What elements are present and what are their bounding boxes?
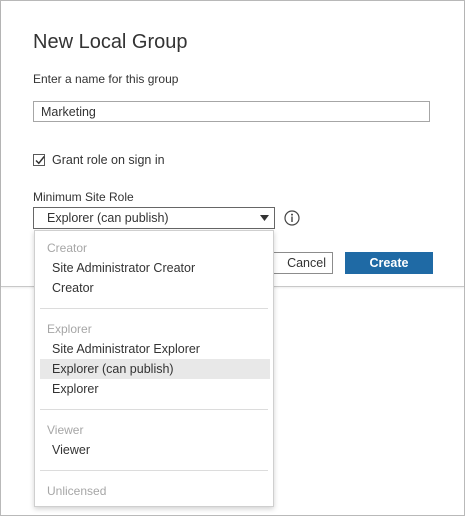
info-icon[interactable] [284, 210, 300, 226]
option-creator[interactable]: Creator [40, 278, 270, 298]
dropdown-divider [40, 470, 268, 471]
option-explorer[interactable]: Explorer [40, 379, 270, 399]
minimum-site-role-label: Minimum Site Role [33, 190, 134, 204]
group-header-unlicensed: Unlicensed [47, 484, 107, 498]
create-button[interactable]: Create [345, 252, 433, 274]
group-name-input[interactable] [33, 101, 430, 122]
dialog-title: New Local Group [33, 31, 188, 53]
group-header-creator: Creator [47, 241, 88, 255]
chevron-down-icon [260, 215, 269, 221]
site-role-dropdown[interactable]: Creator Site Administrator Creator Creat… [34, 230, 274, 507]
grant-role-label: Grant role on sign in [52, 153, 165, 167]
site-role-select[interactable]: Explorer (can publish) [33, 207, 275, 229]
group-header-explorer: Explorer [47, 322, 92, 336]
selected-role-value: Explorer (can publish) [47, 211, 169, 225]
option-site-administrator-explorer[interactable]: Site Administrator Explorer [40, 339, 270, 359]
group-header-viewer: Viewer [47, 423, 84, 437]
grant-role-checkbox[interactable] [33, 154, 45, 166]
group-name-prompt: Enter a name for this group [33, 72, 179, 86]
dropdown-divider [40, 409, 268, 410]
option-site-administrator-creator[interactable]: Site Administrator Creator [40, 258, 270, 278]
checkmark-icon [35, 156, 45, 165]
option-viewer[interactable]: Viewer [40, 440, 270, 460]
grant-role-row[interactable]: Grant role on sign in [33, 153, 165, 167]
option-explorer-can-publish[interactable]: Explorer (can publish) [40, 359, 270, 379]
window-frame: New Local Group Enter a name for this gr… [0, 0, 465, 516]
dropdown-divider [40, 308, 268, 309]
